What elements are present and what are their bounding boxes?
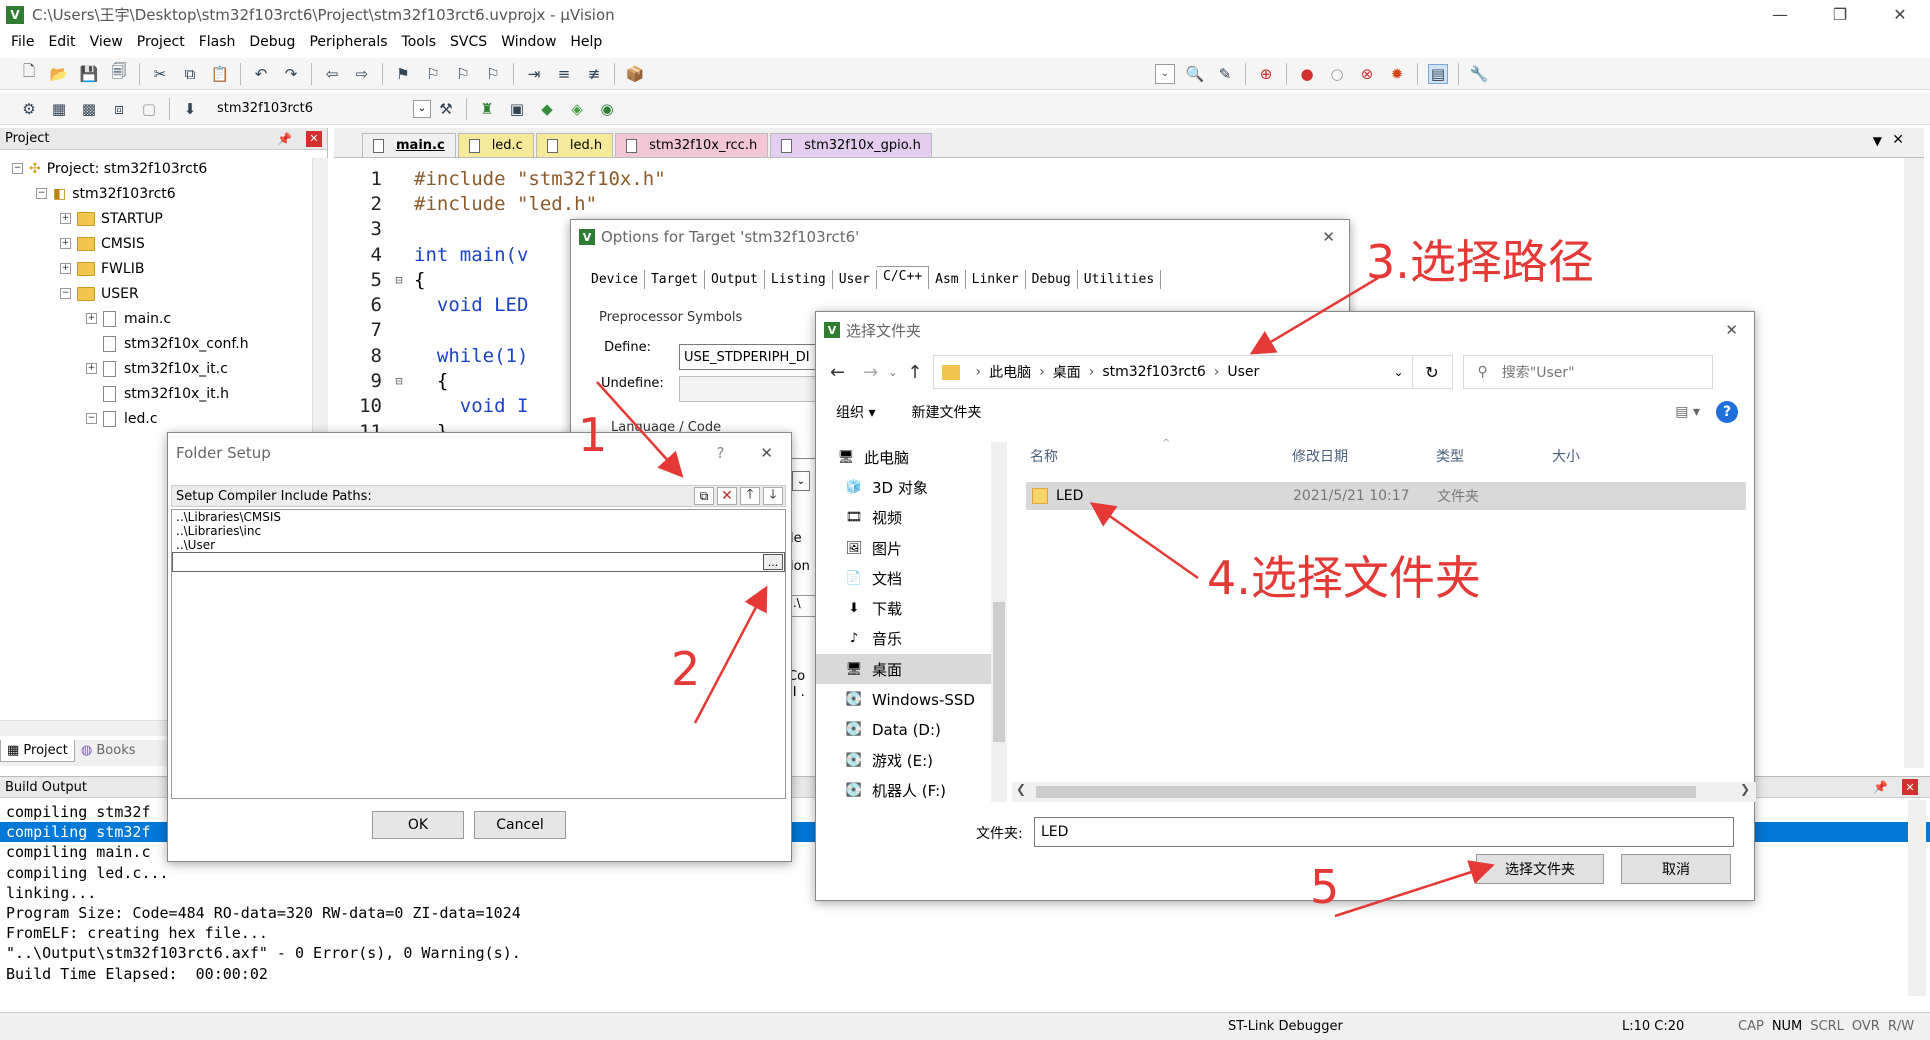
annotation-layer	[596, 276, 1495, 918]
annotation-step-1: 1	[578, 408, 608, 462]
annotation-arrow-1	[596, 381, 684, 478]
annotation-arrow-3	[1249, 276, 1379, 355]
annotation-arrow-5	[1334, 860, 1495, 918]
annotation-step-5: 5	[1310, 860, 1340, 914]
annotation-arrow-4	[1089, 502, 1199, 580]
annotation-arrow-2	[693, 585, 768, 724]
annotation-step-2: 2	[671, 642, 701, 696]
annotation-step-3: 3.选择路径	[1366, 235, 1594, 289]
annotation-step-4: 4.选择文件夹	[1207, 551, 1481, 605]
